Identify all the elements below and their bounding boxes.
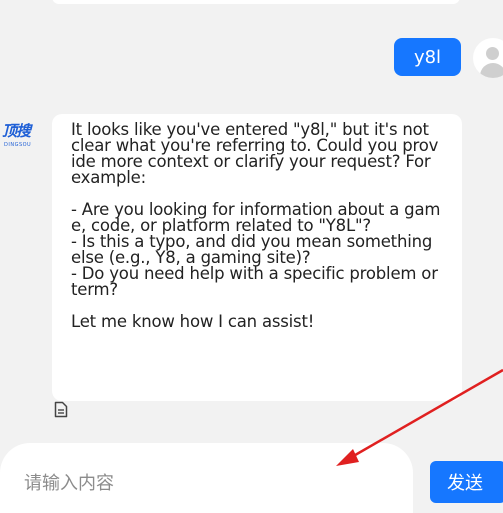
bot-logo: 顶搜 DINGSOU <box>0 120 40 154</box>
send-button[interactable]: 发送 <box>430 461 503 503</box>
bot-message-text: It looks like you've entered "y8l," but … <box>71 120 441 331</box>
user-avatar-icon <box>473 38 503 78</box>
bot-message-bubble: It looks like you've entered "y8l," but … <box>52 114 462 401</box>
document-icon[interactable] <box>54 401 68 418</box>
previous-message-bubble <box>52 0 460 4</box>
user-message-bubble: y8l <box>394 38 461 76</box>
input-placeholder: 请输入内容 <box>24 473 114 494</box>
send-button-label: 发送 <box>447 473 483 494</box>
bot-logo-subtext: DINGSOU <box>4 142 32 148</box>
bot-logo-mark: 顶搜 <box>2 122 31 140</box>
user-message-text: y8l <box>413 46 442 68</box>
